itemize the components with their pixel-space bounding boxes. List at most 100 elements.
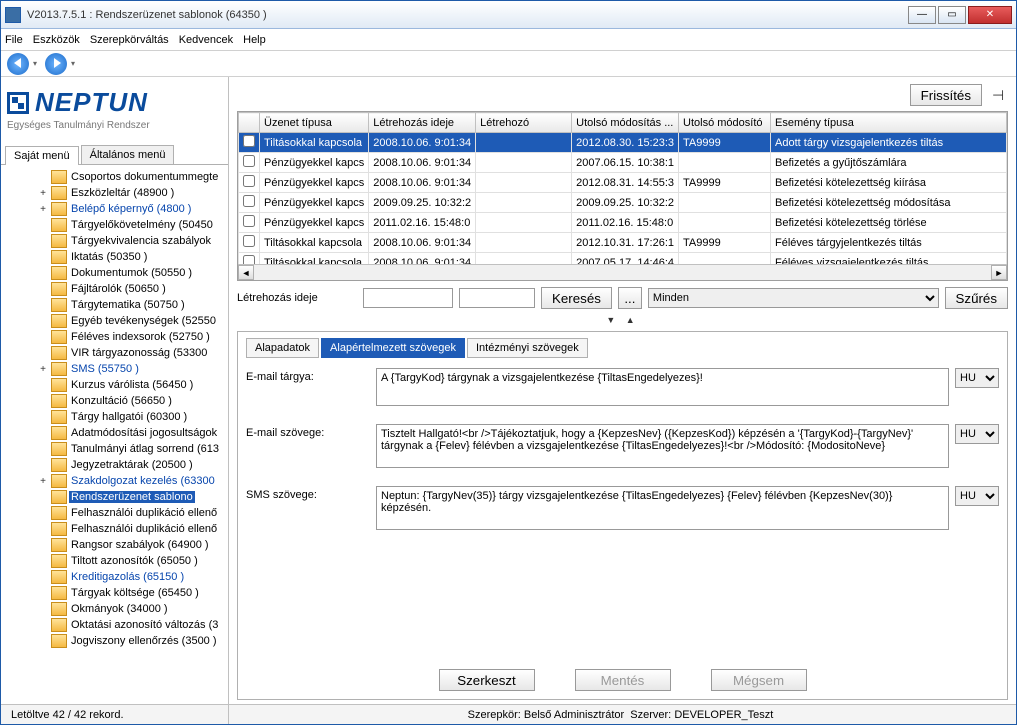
tree-item[interactable]: Felhasználói duplikáció ellenő	[5, 521, 228, 537]
table-row[interactable]: Pénzügyekkel kapcs2008.10.06. 9:01:34200…	[239, 153, 1007, 173]
scroll-right-icon[interactable]: ►	[991, 265, 1007, 280]
search-scope-select[interactable]: Minden	[648, 288, 939, 308]
row-checkbox[interactable]	[243, 155, 255, 167]
tree-item[interactable]: Tiltott azonosítók (65050 )	[5, 553, 228, 569]
tree-item[interactable]: Rangsor szabályok (64900 )	[5, 537, 228, 553]
col-modified[interactable]: Utolsó módosítás ...	[572, 113, 679, 133]
search-from-input[interactable]	[363, 288, 453, 308]
row-checkbox[interactable]	[243, 135, 255, 147]
sms-lang[interactable]: HU	[955, 486, 999, 506]
col-modifier[interactable]: Utolsó módosító	[679, 113, 771, 133]
cancel-button[interactable]: Mégsem	[711, 669, 807, 691]
tree-item[interactable]: Fájltárolók (50650 )	[5, 281, 228, 297]
search-to-input[interactable]	[459, 288, 535, 308]
tree-item-label[interactable]: Adatmódosítási jogosultságok	[69, 427, 219, 439]
tree-item[interactable]: Kreditigazolás (65150 )	[5, 569, 228, 585]
nav-back-button[interactable]	[7, 53, 29, 75]
filter-button[interactable]: Szűrés	[945, 287, 1008, 309]
email-subject-input[interactable]: A {TargyKod} tárgynak a vizsgajelentkezé…	[376, 368, 949, 406]
edit-button[interactable]: Szerkeszt	[439, 669, 535, 691]
row-checkbox[interactable]	[243, 255, 255, 264]
tree-item-label[interactable]: Felhasználói duplikáció ellenő	[69, 507, 219, 519]
tree-item-label[interactable]: Féléves indexsorok (52750 )	[69, 331, 212, 343]
tree-item[interactable]: Felhasználói duplikáció ellenő	[5, 505, 228, 521]
col-creator[interactable]: Létrehozó	[476, 113, 572, 133]
tree-item-label[interactable]: Fájltárolók (50650 )	[69, 283, 168, 295]
tree-item[interactable]: Kurzus várólista (56450 )	[5, 377, 228, 393]
table-row[interactable]: Pénzügyekkel kapcs2011.02.16. 15:48:0201…	[239, 213, 1007, 233]
tab-general-menu[interactable]: Általános menü	[81, 145, 175, 164]
tree-item-label[interactable]: Rendszerüzenet sablono	[69, 491, 195, 503]
table-row[interactable]: Tiltásokkal kapcsola2008.10.06. 9:01:342…	[239, 253, 1007, 265]
tab-basic-data[interactable]: Alapadatok	[246, 338, 319, 358]
tree-item-label[interactable]: Rangsor szabályok (64900 )	[69, 539, 211, 551]
tree-item[interactable]: + SMS (55750 )	[5, 361, 228, 377]
email-subject-lang[interactable]: HU	[955, 368, 999, 388]
table-row[interactable]: Pénzügyekkel kapcs2008.10.06. 9:01:34201…	[239, 173, 1007, 193]
nav-back-dropdown-icon[interactable]: ▾	[33, 59, 37, 68]
maximize-button[interactable]: ▭	[938, 6, 966, 24]
grid-table[interactable]: Üzenet típusa Létrehozás ideje Létrehozó…	[238, 112, 1007, 264]
tree-item-label[interactable]: Oktatási azonosító változás (3	[69, 619, 220, 631]
tree-item[interactable]: Jegyzetraktárak (20500 )	[5, 457, 228, 473]
menu-help[interactable]: Help	[243, 34, 266, 46]
expand-icon[interactable]: +	[37, 188, 49, 199]
refresh-button[interactable]: Frissítés	[910, 84, 982, 106]
col-created[interactable]: Létrehozás ideje	[369, 113, 476, 133]
search-button[interactable]: Keresés	[541, 287, 612, 309]
minimize-button[interactable]: —	[908, 6, 936, 24]
tree-item-label[interactable]: Szakdolgozat kezelés (63300	[69, 475, 217, 487]
tree-item-label[interactable]: SMS (55750 )	[69, 363, 141, 375]
tree-item-label[interactable]: Egyéb tevékenységek (52550	[69, 315, 218, 327]
tree-item-label[interactable]: Felhasználói duplikáció ellenő	[69, 523, 219, 535]
save-button[interactable]: Mentés	[575, 669, 671, 691]
tree-item-label[interactable]: Konzultáció (56650 )	[69, 395, 174, 407]
expand-icon[interactable]: +	[37, 476, 49, 487]
tree-item[interactable]: Dokumentumok (50550 )	[5, 265, 228, 281]
col-check[interactable]	[239, 113, 260, 133]
tree-item[interactable]: Adatmódosítási jogosultságok	[5, 425, 228, 441]
tree-item-label[interactable]: Tárgy hallgatói (60300 )	[69, 411, 189, 423]
sms-input[interactable]: Neptun: {TargyNev(35)} tárgy vizsgajelen…	[376, 486, 949, 530]
row-checkbox[interactable]	[243, 175, 255, 187]
tree-item[interactable]: + Belépő képernyő (4800 )	[5, 201, 228, 217]
tree-item[interactable]: Okmányok (34000 )	[5, 601, 228, 617]
tree-item[interactable]: Tárgyekvivalencia szabályok	[5, 233, 228, 249]
tree-item[interactable]: Rendszerüzenet sablono	[5, 489, 228, 505]
tree-item-label[interactable]: Iktatás (50350 )	[69, 251, 149, 263]
tree-item[interactable]: Féléves indexsorok (52750 )	[5, 329, 228, 345]
expand-icon[interactable]: +	[37, 364, 49, 375]
tree-item-label[interactable]: Okmányok (34000 )	[69, 603, 170, 615]
tab-institution-texts[interactable]: Intézményi szövegek	[467, 338, 588, 358]
tree-item-label[interactable]: Tanulmányi átlag sorrend (613	[69, 443, 221, 455]
tree-item-label[interactable]: Kreditigazolás (65150 )	[69, 571, 186, 583]
tree-item-label[interactable]: Tárgytematika (50750 )	[69, 299, 187, 311]
row-checkbox[interactable]	[243, 215, 255, 227]
tree-item-label[interactable]: Belépő képernyő (4800 )	[69, 203, 193, 215]
tree-item-label[interactable]: Tiltott azonosítók (65050 )	[69, 555, 200, 567]
table-row[interactable]: Tiltásokkal kapcsola2008.10.06. 9:01:342…	[239, 233, 1007, 253]
nav-forward-dropdown-icon[interactable]: ▾	[71, 59, 75, 68]
pin-icon[interactable]	[992, 87, 1008, 103]
tree-item-label[interactable]: Tárgyekvivalencia szabályok	[69, 235, 213, 247]
expand-icon[interactable]: +	[37, 204, 49, 215]
tree-item[interactable]: Csoportos dokumentummegte	[5, 169, 228, 185]
tree-item[interactable]: Egyéb tevékenységek (52550	[5, 313, 228, 329]
tree-item[interactable]: + Eszközleltár (48900 )	[5, 185, 228, 201]
tree-item[interactable]: Tárgytematika (50750 )	[5, 297, 228, 313]
tree-item[interactable]: Tanulmányi átlag sorrend (613	[5, 441, 228, 457]
tree-item-label[interactable]: Jegyzetraktárak (20500 )	[69, 459, 195, 471]
menu-role[interactable]: Szerepkörváltás	[90, 34, 169, 46]
email-body-lang[interactable]: HU	[955, 424, 999, 444]
close-button[interactable]: ✕	[968, 6, 1012, 24]
email-body-input[interactable]: Tisztelt Hallgató!<br />Tájékoztatjuk, h…	[376, 424, 949, 468]
tree-item-label[interactable]: Eszközleltár (48900 )	[69, 187, 176, 199]
tab-own-menu[interactable]: Saját menü	[5, 146, 79, 165]
col-type[interactable]: Üzenet típusa	[260, 113, 369, 133]
tree-item-label[interactable]: VIR tárgyazonosság (53300	[69, 347, 209, 359]
tree-item[interactable]: Konzultáció (56650 )	[5, 393, 228, 409]
tree-item-label[interactable]: Dokumentumok (50550 )	[69, 267, 194, 279]
scroll-left-icon[interactable]: ◄	[238, 265, 254, 280]
table-row[interactable]: Pénzügyekkel kapcs2009.09.25. 10:32:2200…	[239, 193, 1007, 213]
row-checkbox[interactable]	[243, 235, 255, 247]
